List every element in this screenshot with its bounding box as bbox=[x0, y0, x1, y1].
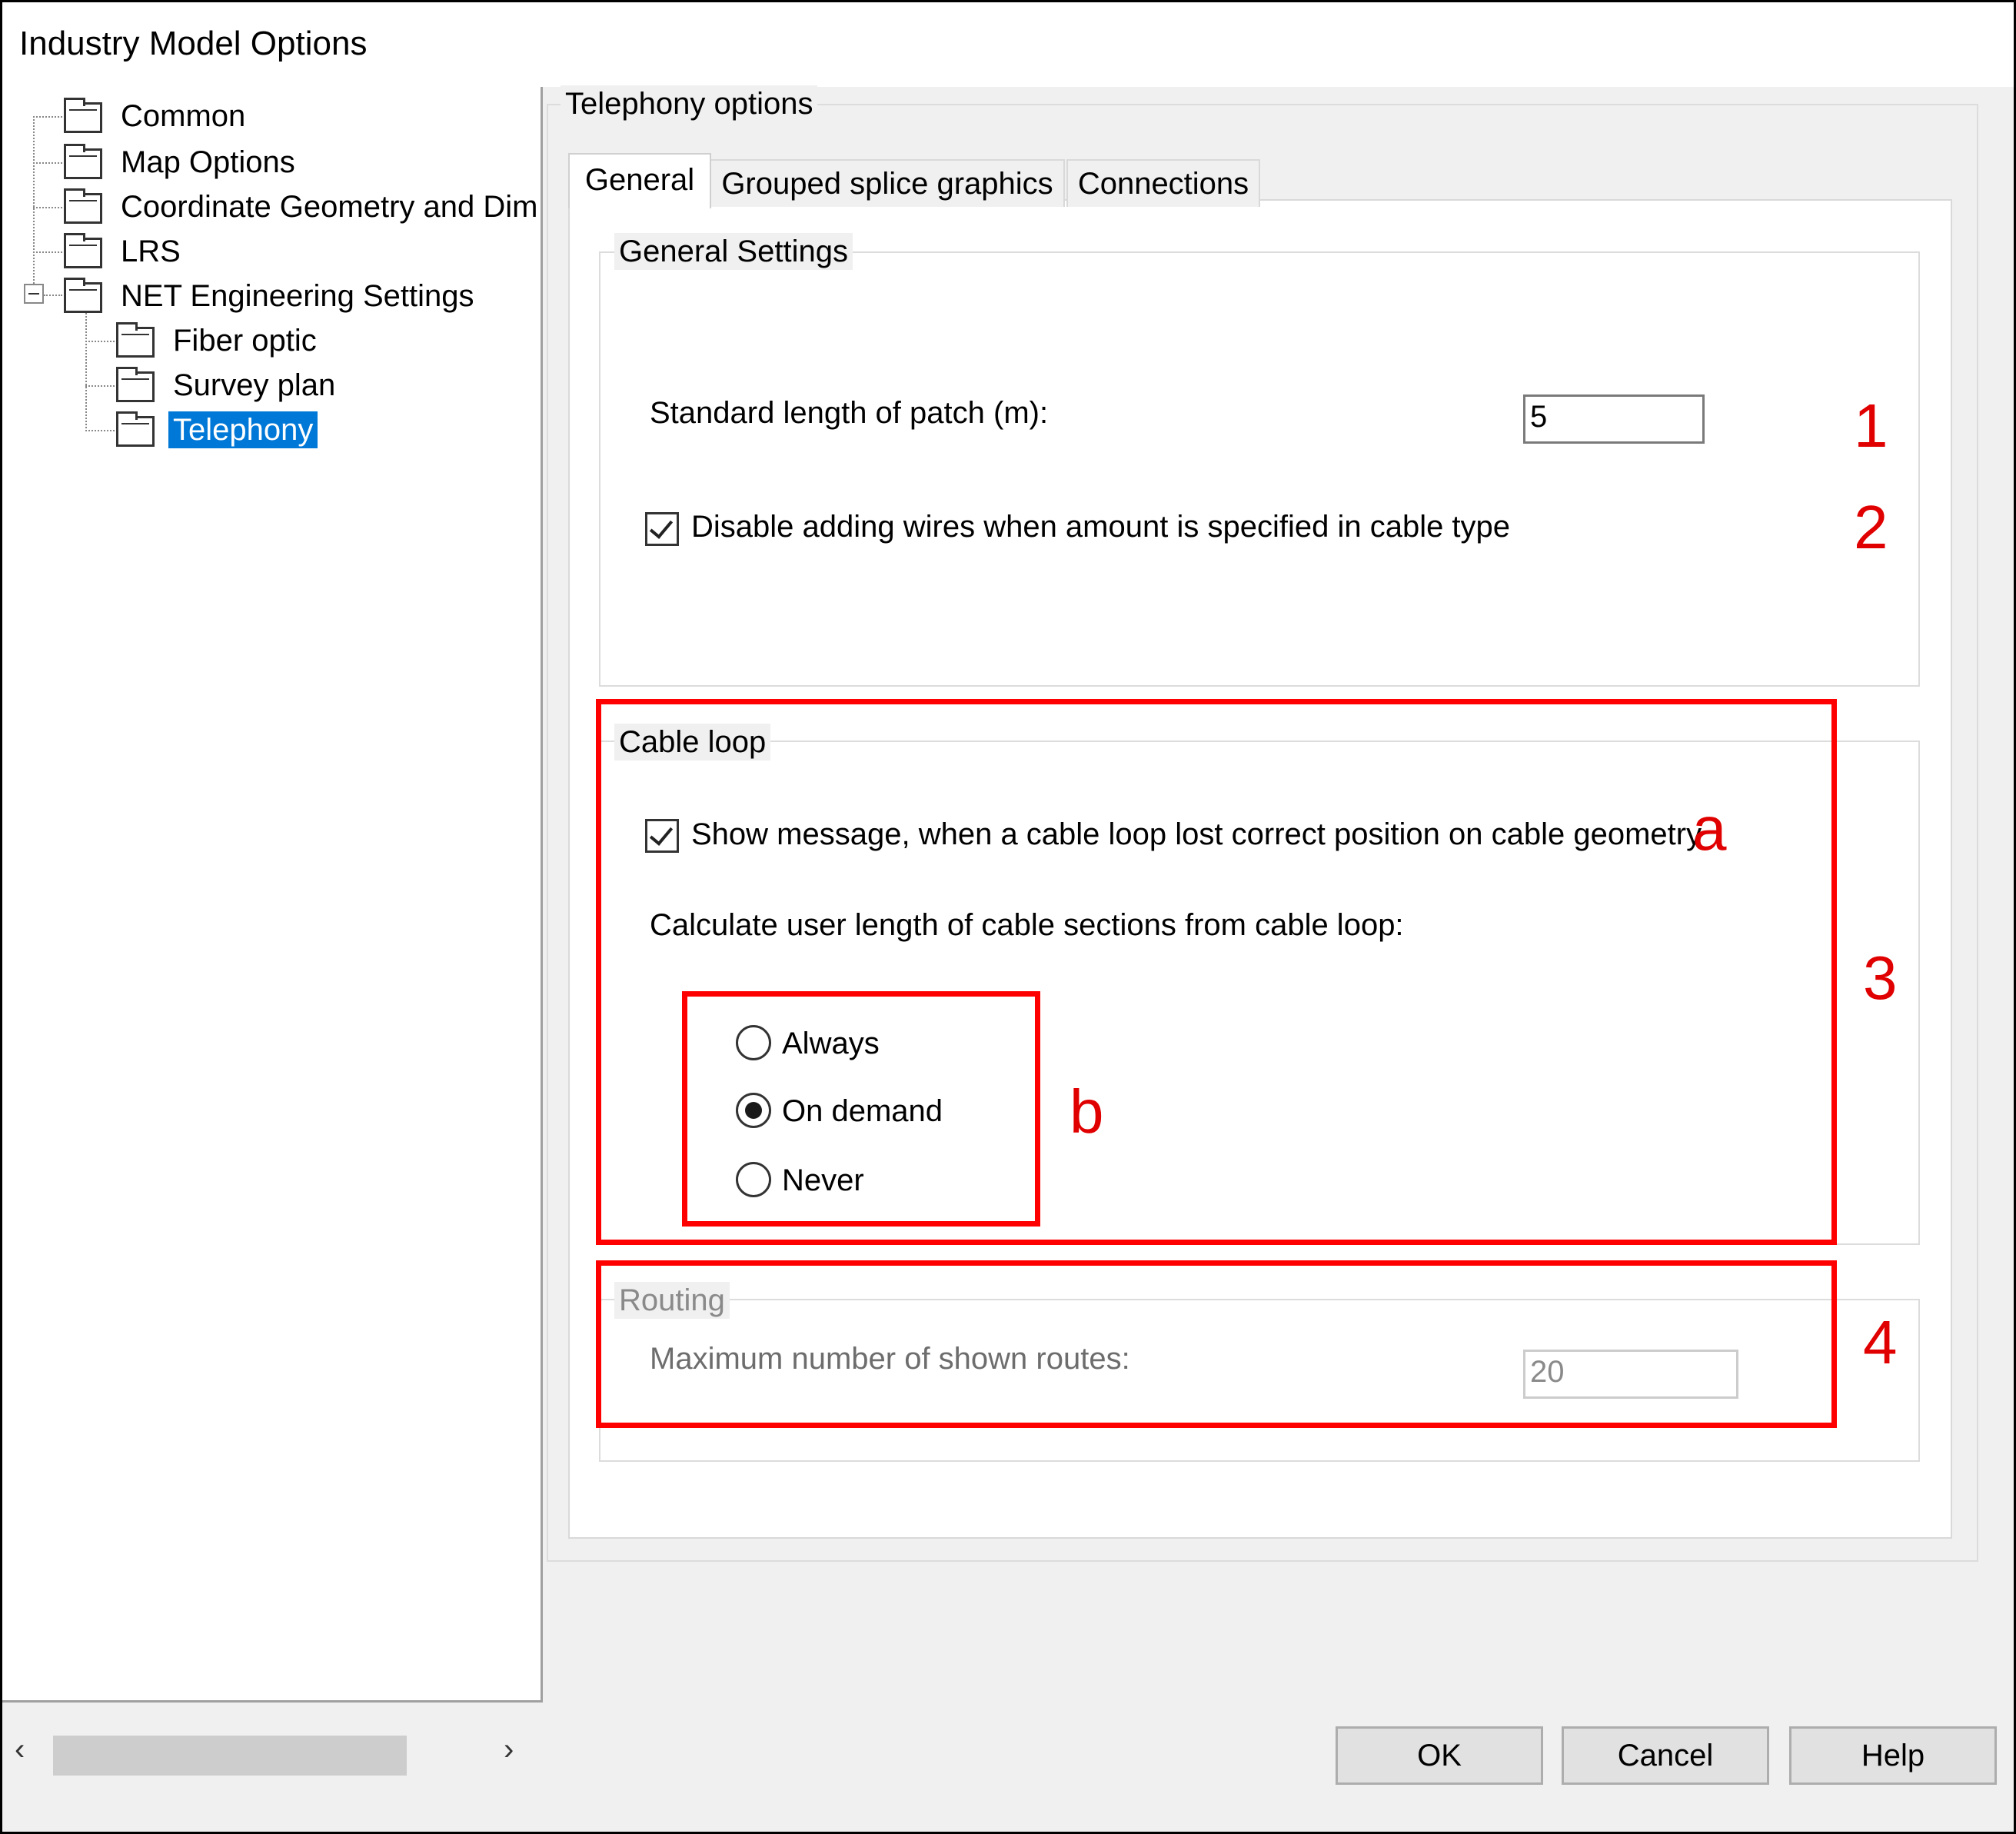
ok-button[interactable]: OK bbox=[1336, 1726, 1543, 1785]
annotation-box-routing bbox=[596, 1260, 1837, 1428]
tree-item-label: Survey plan bbox=[173, 368, 336, 402]
options-tree[interactable]: Common Map Options Coordinate Geometry a… bbox=[2, 87, 543, 1785]
folder-icon bbox=[116, 322, 155, 358]
tree-line bbox=[33, 116, 62, 118]
tree-horizontal-scrollbar[interactable]: ‹ › bbox=[2, 1725, 541, 1785]
tree-item-label-selected: Telephony bbox=[168, 411, 318, 448]
tree-line bbox=[44, 295, 62, 296]
tree-item-label: LRS bbox=[121, 235, 181, 268]
tab-grouped-splice-graphics[interactable]: Grouped splice graphics bbox=[710, 159, 1065, 207]
cancel-button[interactable]: Cancel bbox=[1562, 1726, 1769, 1785]
annotation-label-a: a bbox=[1692, 794, 1727, 863]
folder-icon bbox=[64, 188, 102, 224]
title-bar: Industry Model Options bbox=[2, 2, 2014, 87]
telephony-options-title: Telephony options bbox=[561, 85, 818, 122]
tree-line bbox=[85, 385, 115, 387]
scrollbar-thumb[interactable] bbox=[53, 1736, 407, 1776]
tree-line bbox=[85, 430, 115, 431]
tree-item-label: Fiber optic bbox=[173, 324, 317, 358]
general-settings-group bbox=[599, 251, 1920, 687]
annotation-label-3: 3 bbox=[1863, 944, 1898, 1012]
tree-line bbox=[85, 341, 115, 342]
folder-icon bbox=[64, 278, 102, 313]
folder-icon bbox=[64, 98, 102, 133]
scroll-left-icon[interactable]: ‹ bbox=[15, 1732, 25, 1767]
help-button[interactable]: Help bbox=[1789, 1726, 1997, 1785]
tree-item-label: Common bbox=[121, 99, 246, 133]
folder-icon bbox=[64, 144, 102, 179]
tab-connections[interactable]: Connections bbox=[1066, 159, 1260, 207]
scroll-right-icon[interactable]: › bbox=[504, 1732, 514, 1767]
annotation-label-1: 1 bbox=[1854, 391, 1888, 460]
tree-item-coordinate-geometry[interactable]: Coordinate Geometry and Dime bbox=[64, 187, 539, 230]
annotation-box-radio-options bbox=[682, 991, 1040, 1227]
tab-general[interactable]: General bbox=[568, 153, 711, 208]
tree-line bbox=[33, 207, 62, 208]
options-dialog: Industry Model Options Common Map Option… bbox=[0, 0, 2016, 1834]
window-title: Industry Model Options bbox=[19, 25, 368, 62]
tree-item-label: Map Options bbox=[121, 145, 295, 179]
patch-length-label: Standard length of patch (m): bbox=[650, 396, 1049, 430]
folder-icon bbox=[64, 233, 102, 268]
tree-item-label: Coordinate Geometry and Dime bbox=[121, 190, 539, 224]
general-settings-title: General Settings bbox=[614, 233, 853, 270]
annotation-label-2: 2 bbox=[1854, 493, 1888, 561]
disable-wires-label: Disable adding wires when amount is spec… bbox=[691, 510, 1511, 544]
tree-line bbox=[33, 251, 62, 253]
collapse-toggle-icon[interactable] bbox=[24, 284, 44, 304]
tree-line bbox=[33, 162, 62, 164]
disable-wires-checkbox[interactable] bbox=[645, 512, 679, 546]
folder-icon bbox=[116, 367, 155, 402]
tree-line bbox=[85, 310, 87, 428]
annotation-label-4: 4 bbox=[1863, 1308, 1898, 1376]
patch-length-input[interactable]: 5 bbox=[1523, 394, 1705, 444]
tree-line bbox=[33, 116, 35, 293]
folder-icon bbox=[116, 411, 155, 447]
annotation-label-b: b bbox=[1070, 1077, 1104, 1146]
tree-item-label: NET Engineering Settings bbox=[121, 279, 474, 313]
